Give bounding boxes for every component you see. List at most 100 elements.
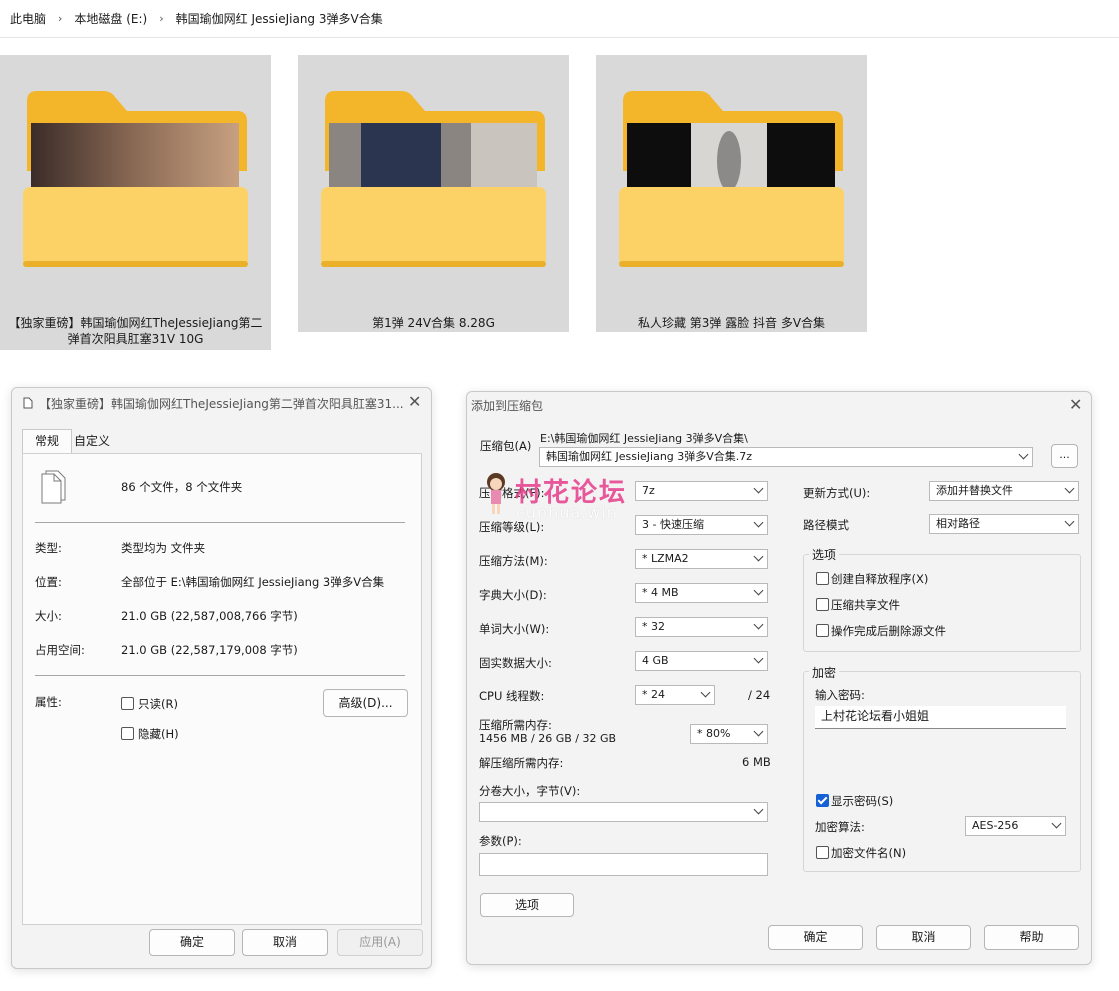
readonly-label: 只读(R) bbox=[138, 697, 178, 711]
disk-size-label: 占用空间: bbox=[35, 643, 85, 657]
breadcrumb-this-pc[interactable]: 此电脑 bbox=[10, 10, 46, 27]
update-mode-label: 更新方式(U): bbox=[803, 486, 871, 500]
encryption-method-label: 加密算法: bbox=[815, 820, 865, 834]
ok-button[interactable]: 确定 bbox=[768, 925, 863, 950]
chevron-down-icon bbox=[1018, 449, 1029, 460]
hidden-checkbox[interactable] bbox=[121, 727, 134, 740]
folder-item[interactable]: 【独家重磅】韩国瑜伽网红TheJessieJiang第二 弹首次阳具肛塞31V … bbox=[0, 55, 271, 350]
archive-filename-input[interactable]: 韩国瑜伽网红 JessieJiang 3弹多V合集.7z bbox=[539, 447, 1033, 467]
parameters-label: 参数(P): bbox=[479, 834, 522, 848]
summary-text: 86 个文件，8 个文件夹 bbox=[121, 480, 243, 494]
path-mode-label: 路径模式 bbox=[803, 518, 849, 532]
disk-size-value: 21.0 GB (22,587,179,008 字节) bbox=[121, 643, 298, 657]
folder-item[interactable]: 私人珍藏 第3弹 露脸 抖音 多V合集 bbox=[596, 55, 867, 332]
encryption-method-select[interactable]: AES-256 bbox=[965, 816, 1066, 836]
browse-button[interactable]: ... bbox=[1051, 444, 1078, 468]
memory-percent-value: * 80% bbox=[697, 727, 731, 740]
shared-files-checkbox[interactable] bbox=[816, 598, 829, 611]
cpu-threads-label: CPU 线程数: bbox=[479, 689, 545, 703]
folder-name-line2: 弹首次阳具肛塞31V 10G bbox=[67, 332, 204, 346]
chevron-right-icon: › bbox=[58, 12, 63, 25]
options-button[interactable]: 选项 bbox=[480, 893, 574, 917]
tab-custom[interactable]: 自定义 bbox=[74, 431, 110, 451]
show-password-label: 显示密码(S) bbox=[831, 794, 894, 808]
encrypt-names-checkbox[interactable] bbox=[816, 846, 829, 859]
split-size-select[interactable] bbox=[479, 802, 768, 822]
encrypt-names-label: 加密文件名(N) bbox=[831, 846, 907, 860]
location-label: 位置: bbox=[35, 575, 62, 589]
folder-name: 第1弹 24V合集 8.28G bbox=[372, 316, 495, 330]
close-icon[interactable]: ✕ bbox=[1069, 395, 1082, 414]
word-size-value: * 32 bbox=[642, 620, 665, 633]
update-mode-select[interactable]: 添加并替换文件 bbox=[929, 481, 1079, 501]
dictionary-select[interactable]: * 4 MB bbox=[635, 583, 768, 603]
location-value: 全部位于 E:\韩国瑜伽网红 JessieJiang 3弹多V合集 bbox=[121, 575, 385, 589]
delete-after-checkbox[interactable] bbox=[816, 624, 829, 637]
word-size-label: 单词大小(W): bbox=[479, 622, 550, 636]
method-select[interactable]: * LZMA2 bbox=[635, 549, 768, 569]
archive-filename: 韩国瑜伽网红 JessieJiang 3弹多V合集.7z bbox=[546, 450, 753, 463]
split-size-label: 分卷大小，字节(V): bbox=[479, 784, 581, 798]
dialog-title: 【独家重磅】韩国瑜伽网红TheJessieJiang第二弹首次阳具肛塞31... bbox=[39, 397, 404, 411]
level-value: 3 - 快速压缩 bbox=[642, 518, 704, 531]
memory-label: 压缩所需内存: bbox=[479, 718, 552, 732]
folder-name-line1: 【独家重磅】韩国瑜伽网红TheJessieJiang第二 bbox=[8, 316, 263, 330]
format-select[interactable]: 7z bbox=[635, 481, 768, 501]
parameters-input[interactable] bbox=[479, 853, 768, 876]
cpu-threads-select[interactable]: * 24 bbox=[635, 685, 715, 705]
password-label: 输入密码: bbox=[815, 688, 865, 702]
archive-label: 压缩包(A) bbox=[480, 439, 532, 453]
watermark: 村花论坛 cunhua.win bbox=[482, 470, 642, 522]
breadcrumb: 此电脑 › 本地磁盘 (E:) › 韩国瑜伽网红 JessieJiang 3弹多… bbox=[0, 0, 1119, 38]
hidden-label: 隐藏(H) bbox=[138, 727, 179, 741]
breadcrumb-local-disk[interactable]: 本地磁盘 (E:) bbox=[74, 10, 147, 27]
folder-icon bbox=[619, 91, 844, 267]
solid-size-value: 4 GB bbox=[642, 654, 669, 667]
close-icon[interactable]: ✕ bbox=[408, 392, 421, 411]
dictionary-value: * 4 MB bbox=[642, 586, 679, 599]
chevron-right-icon: › bbox=[159, 12, 164, 25]
type-value: 类型均为 文件夹 bbox=[121, 541, 206, 555]
watermark-subtext: cunhua.win bbox=[516, 503, 618, 522]
show-password-checkbox[interactable] bbox=[816, 794, 829, 807]
word-size-select[interactable]: * 32 bbox=[635, 617, 768, 637]
decompress-memory-value: 6 MB bbox=[742, 755, 771, 769]
folder-name: 私人珍藏 第3弹 露脸 抖音 多V合集 bbox=[637, 316, 826, 330]
sfx-checkbox[interactable] bbox=[816, 572, 829, 585]
cancel-button[interactable]: 取消 bbox=[242, 929, 328, 956]
level-select[interactable]: 3 - 快速压缩 bbox=[635, 515, 768, 535]
ok-button[interactable]: 确定 bbox=[149, 929, 235, 956]
archive-path: E:\韩国瑜伽网红 JessieJiang 3弹多V合集\ bbox=[540, 432, 748, 445]
folder-item[interactable]: 第1弹 24V合集 8.28G bbox=[298, 55, 569, 332]
general-panel: 86 个文件，8 个文件夹 类型: 类型均为 文件夹 位置: 全部位于 E:\韩… bbox=[22, 453, 422, 925]
method-value: * LZMA2 bbox=[642, 552, 689, 565]
encryption-group-title: 加密 bbox=[809, 664, 840, 681]
cpu-threads-value: * 24 bbox=[642, 688, 665, 701]
watermark-girl-icon bbox=[487, 473, 505, 514]
memory-percent-select[interactable]: * 80% bbox=[690, 724, 768, 744]
update-mode-value: 添加并替换文件 bbox=[936, 484, 1013, 497]
delete-after-label: 操作完成后删除源文件 bbox=[831, 624, 946, 638]
solid-size-select[interactable]: 4 GB bbox=[635, 651, 768, 671]
shared-files-label: 压缩共享文件 bbox=[831, 598, 900, 612]
help-button[interactable]: 帮助 bbox=[984, 925, 1079, 950]
password-value: 上村花论坛看小姐姐 bbox=[821, 709, 930, 723]
readonly-checkbox[interactable] bbox=[121, 697, 134, 710]
encryption-method-value: AES-256 bbox=[972, 819, 1019, 832]
memory-value: 1456 MB / 26 GB / 32 GB bbox=[479, 732, 617, 745]
type-label: 类型: bbox=[35, 541, 62, 555]
breadcrumb-current-folder[interactable]: 韩国瑜伽网红 JessieJiang 3弹多V合集 bbox=[176, 10, 383, 27]
folder-icon bbox=[321, 91, 546, 267]
attributes-label: 属性: bbox=[35, 695, 62, 709]
cancel-button[interactable]: 取消 bbox=[876, 925, 971, 950]
method-label: 压缩方法(M): bbox=[479, 554, 548, 568]
password-input[interactable]: 上村花论坛看小姐姐 bbox=[815, 706, 1066, 729]
decompress-memory-label: 解压缩所需内存: bbox=[479, 756, 564, 770]
path-mode-value: 相对路径 bbox=[936, 517, 980, 530]
format-value: 7z bbox=[642, 484, 655, 497]
path-mode-select[interactable]: 相对路径 bbox=[929, 514, 1079, 534]
advanced-button[interactable]: 高级(D)... bbox=[323, 689, 408, 717]
tab-general[interactable]: 常规 bbox=[22, 429, 72, 454]
multiple-files-icon bbox=[41, 470, 66, 504]
apply-button[interactable]: 应用(A) bbox=[337, 929, 423, 956]
